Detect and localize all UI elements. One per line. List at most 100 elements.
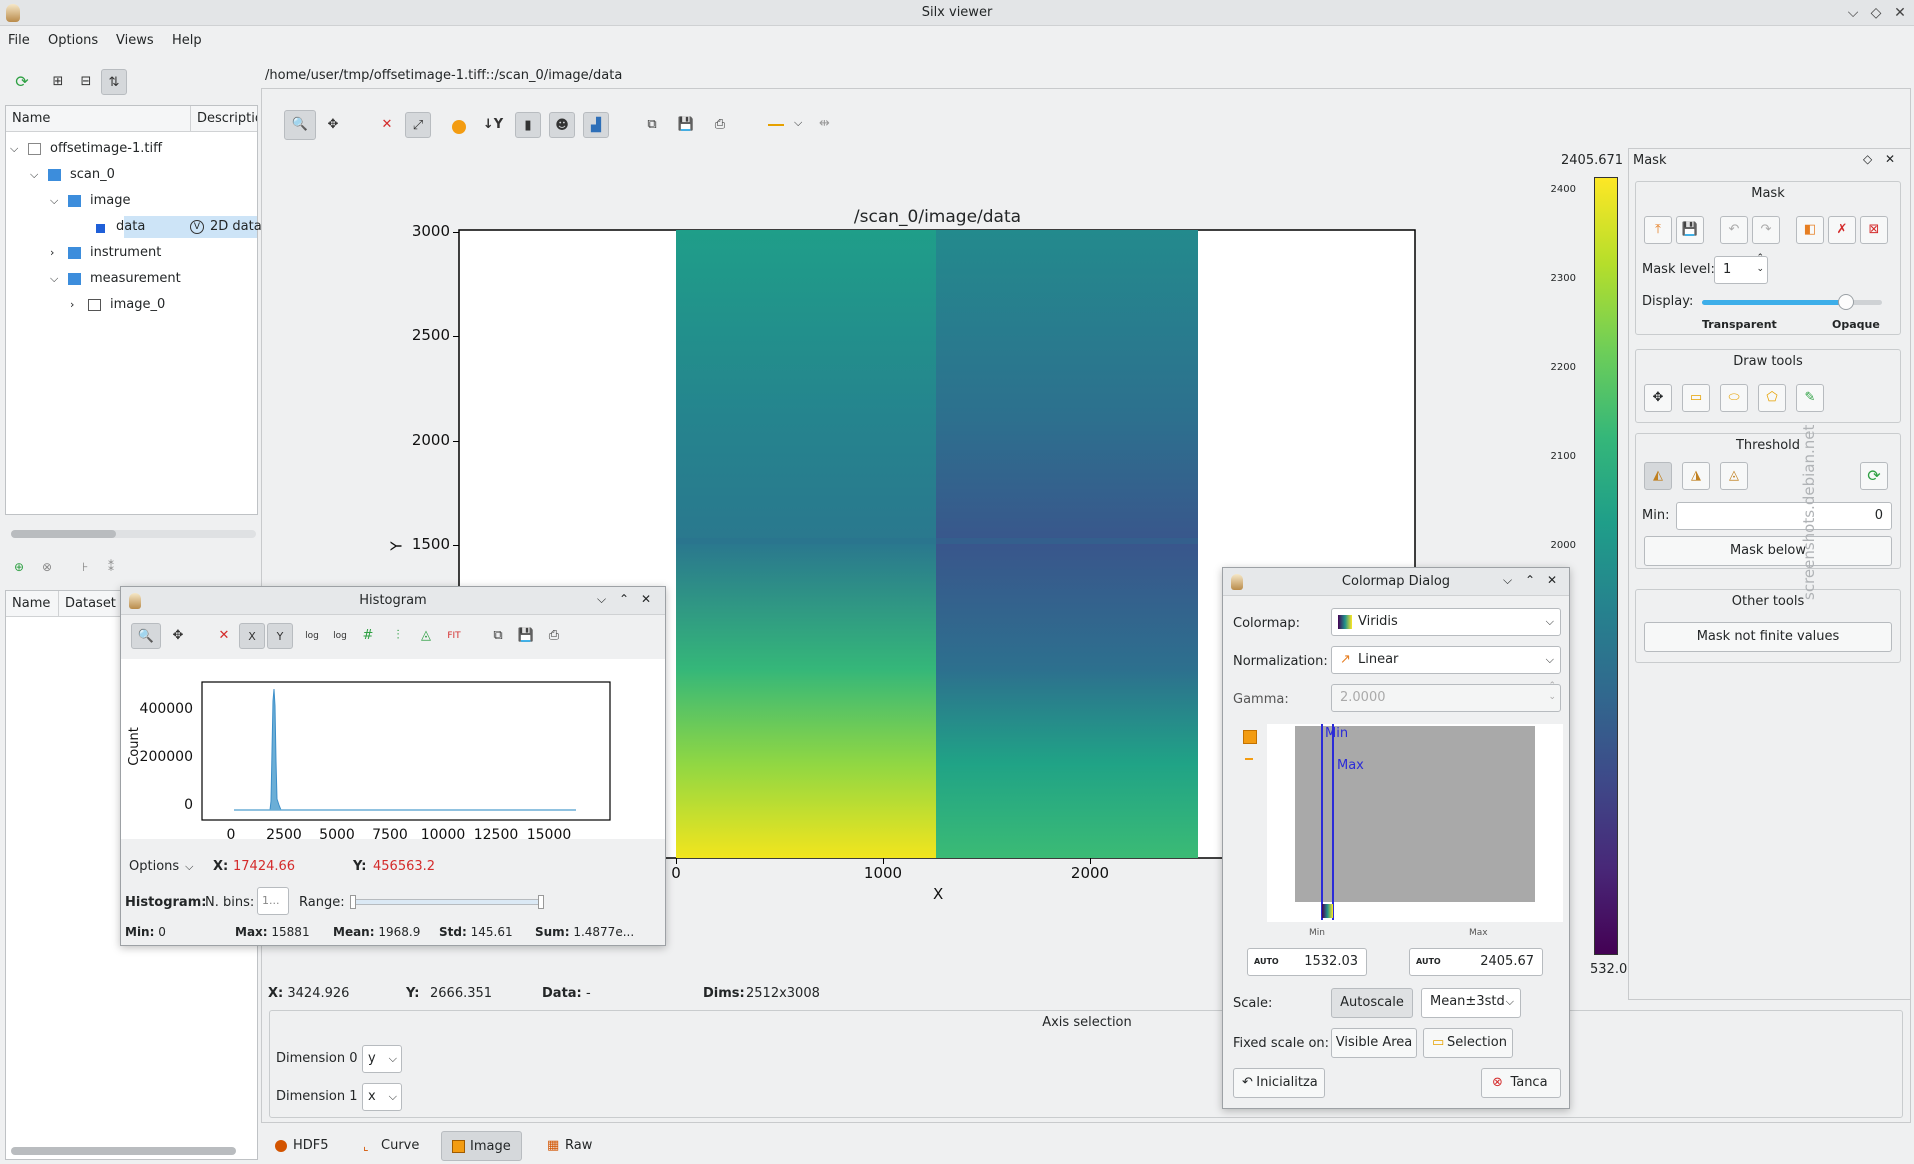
save-icon[interactable]: 💾	[673, 112, 699, 138]
mask-icon[interactable]: ☻	[549, 112, 575, 138]
menu-file[interactable]: File	[8, 27, 30, 55]
tree-row[interactable]: ⌵ image	[6, 188, 257, 214]
mask-below-button[interactable]: Mask below	[1644, 536, 1892, 566]
tree-expander-icon[interactable]: ⌵	[50, 188, 58, 214]
hist-x-autoscale-icon[interactable]: X	[239, 623, 265, 649]
tree-row[interactable]: › instrument	[6, 240, 257, 266]
tree-header-name[interactable]: Name	[12, 106, 50, 132]
colormap-histogram[interactable]: Min Max	[1267, 724, 1563, 922]
invert-mask-icon[interactable]: ◧	[1796, 216, 1824, 244]
browse-icon[interactable]: ✥	[1644, 384, 1672, 412]
clear-all-masks-icon[interactable]: ⊠	[1860, 216, 1888, 244]
profile-clear-icon[interactable]: ⇹	[819, 116, 830, 131]
zoom-icon[interactable]: 🔍	[284, 110, 316, 140]
data-range-icon[interactable]	[1243, 730, 1257, 744]
menu-views[interactable]: Views	[116, 27, 154, 55]
mask-not-finite-button[interactable]: Mask not finite values	[1644, 622, 1892, 652]
colormap-icon[interactable]: ▮	[515, 112, 541, 138]
tree-header-description[interactable]: Description	[190, 106, 257, 132]
close-dialog-button[interactable]: ⊗ Tanca	[1481, 1068, 1561, 1098]
min-marker-line[interactable]	[1321, 724, 1323, 920]
redo-icon[interactable]: ↷	[1752, 216, 1780, 244]
add-icon[interactable]: ⊕	[14, 560, 24, 574]
mask-level-spinbox[interactable]: 1 ⌃ ⌄	[1714, 253, 1768, 284]
ellipse-icon[interactable]: ⬭	[1720, 384, 1748, 412]
autoscale-button[interactable]: Autoscale	[1331, 988, 1413, 1018]
hist-save-icon[interactable]: 💾	[513, 623, 539, 649]
histogram-canvas[interactable]	[201, 681, 611, 821]
colormap-select[interactable]: Viridis ⌵	[1331, 608, 1561, 636]
tree-expander-icon[interactable]: ⌵	[30, 162, 38, 188]
colormap-maximize-icon[interactable]: ⌃	[1525, 573, 1535, 587]
close-panel-icon[interactable]: ✕	[1885, 152, 1895, 166]
tree-scrollbar[interactable]	[11, 530, 256, 538]
save-mask-icon[interactable]: 💾	[1676, 216, 1704, 244]
max-marker-line[interactable]	[1332, 724, 1334, 920]
dimension1-select[interactable]: x ⌵	[362, 1083, 402, 1111]
tab-hdf5[interactable]: HDF5	[265, 1131, 339, 1161]
tree-expander-icon[interactable]: ›	[70, 292, 74, 318]
sort-icon[interactable]: ⇅	[101, 69, 127, 95]
visible-area-button[interactable]: Visible Area	[1331, 1028, 1417, 1058]
print-icon[interactable]: ⎙	[707, 112, 733, 138]
tree-expander-icon[interactable]: ›	[50, 240, 54, 266]
max-value-input[interactable]: AUTO 2405.67	[1409, 948, 1543, 976]
tab-image[interactable]: Image	[441, 1131, 522, 1161]
colorbar[interactable]	[1594, 177, 1618, 955]
hist-range-slider[interactable]	[350, 895, 544, 909]
hist-zoom-icon[interactable]: 🔍	[131, 623, 161, 649]
hist-curve-style-icon[interactable]: ⫶	[385, 623, 411, 649]
colormap-minimize-icon[interactable]: ⌵	[1503, 573, 1512, 588]
range-max-handle[interactable]	[538, 895, 544, 909]
link-icon[interactable]: ⊦	[82, 560, 88, 574]
hist-y-log-icon[interactable]: log	[327, 623, 353, 649]
reset-zoom-icon[interactable]: ✕	[374, 112, 400, 138]
tab-raw[interactable]: ▦ Raw	[537, 1131, 602, 1161]
hist-x-log-icon[interactable]: log	[299, 623, 325, 649]
threshold-above-icon[interactable]: ◬	[1720, 462, 1748, 490]
threshold-min-input[interactable]: 0	[1676, 502, 1892, 530]
undo-icon[interactable]: ↶	[1720, 216, 1748, 244]
threshold-below-icon[interactable]: ◭	[1644, 462, 1672, 490]
opacity-slider-handle[interactable]	[1838, 294, 1854, 310]
close-window-icon[interactable]: ✕	[1890, 3, 1910, 23]
tree-expander-icon[interactable]: ⌵	[50, 266, 58, 292]
expand-all-icon[interactable]: ⊞	[45, 69, 71, 95]
float-panel-icon[interactable]: ◇	[1863, 152, 1872, 166]
hist-points-icon[interactable]: ◬	[413, 623, 439, 649]
hist-grid-icon[interactable]: #	[355, 623, 381, 649]
table-scrollbar[interactable]	[11, 1147, 236, 1155]
histogram-close-icon[interactable]: ✕	[641, 592, 651, 606]
max-auto-toggle[interactable]: AUTO	[1416, 949, 1441, 975]
dimension0-select[interactable]: y ⌵	[362, 1045, 402, 1073]
y-axis-invert-icon[interactable]: ↓Y	[480, 112, 506, 138]
tree-row[interactable]: ⌵ offsetimage-1.tiff	[6, 136, 257, 162]
maximize-icon[interactable]: ◇	[1866, 3, 1886, 23]
keep-aspect-icon[interactable]: ⤢	[405, 112, 431, 138]
colormap-close-icon[interactable]: ✕	[1547, 573, 1557, 587]
rectangle-icon[interactable]: ▭	[1682, 384, 1710, 412]
min-auto-toggle[interactable]: AUTO	[1254, 949, 1279, 975]
hist-pan-icon[interactable]: ✥	[165, 623, 191, 649]
range-min-handle[interactable]	[350, 895, 356, 909]
pan-icon[interactable]: ✥	[320, 112, 346, 138]
scale-mode-select[interactable]: Mean±3std ⌵	[1421, 988, 1521, 1018]
histogram-icon[interactable]: ▟	[583, 112, 609, 138]
crosshair-icon[interactable]	[452, 120, 466, 134]
histogram-maximize-icon[interactable]: ⌃	[619, 592, 629, 606]
hist-y-autoscale-icon[interactable]: Y	[267, 623, 293, 649]
unlink-icon[interactable]: ⁑	[108, 560, 114, 574]
hist-reset-zoom-icon[interactable]: ✕	[211, 623, 237, 649]
minimize-icon[interactable]: ⌵	[1843, 3, 1863, 23]
histogram-minimize-icon[interactable]: ⌵	[597, 592, 606, 607]
hist-copy-icon[interactable]: ⧉	[485, 623, 511, 649]
refresh-threshold-icon[interactable]: ⟳	[1860, 462, 1888, 490]
menu-help[interactable]: Help	[172, 27, 202, 55]
collapse-all-icon[interactable]: ⊟	[73, 69, 99, 95]
tree-row[interactable]: ⌵ scan_0	[6, 162, 257, 188]
menu-options[interactable]: Options	[48, 27, 98, 55]
tree-row[interactable]: ⌵ measurement	[6, 266, 257, 292]
table-header-dataset[interactable]: Dataset	[58, 591, 116, 617]
histogram-options-menu[interactable]: Options ⌵	[129, 859, 194, 874]
normalization-select[interactable]: ↗ Linear ⌵	[1331, 646, 1561, 674]
